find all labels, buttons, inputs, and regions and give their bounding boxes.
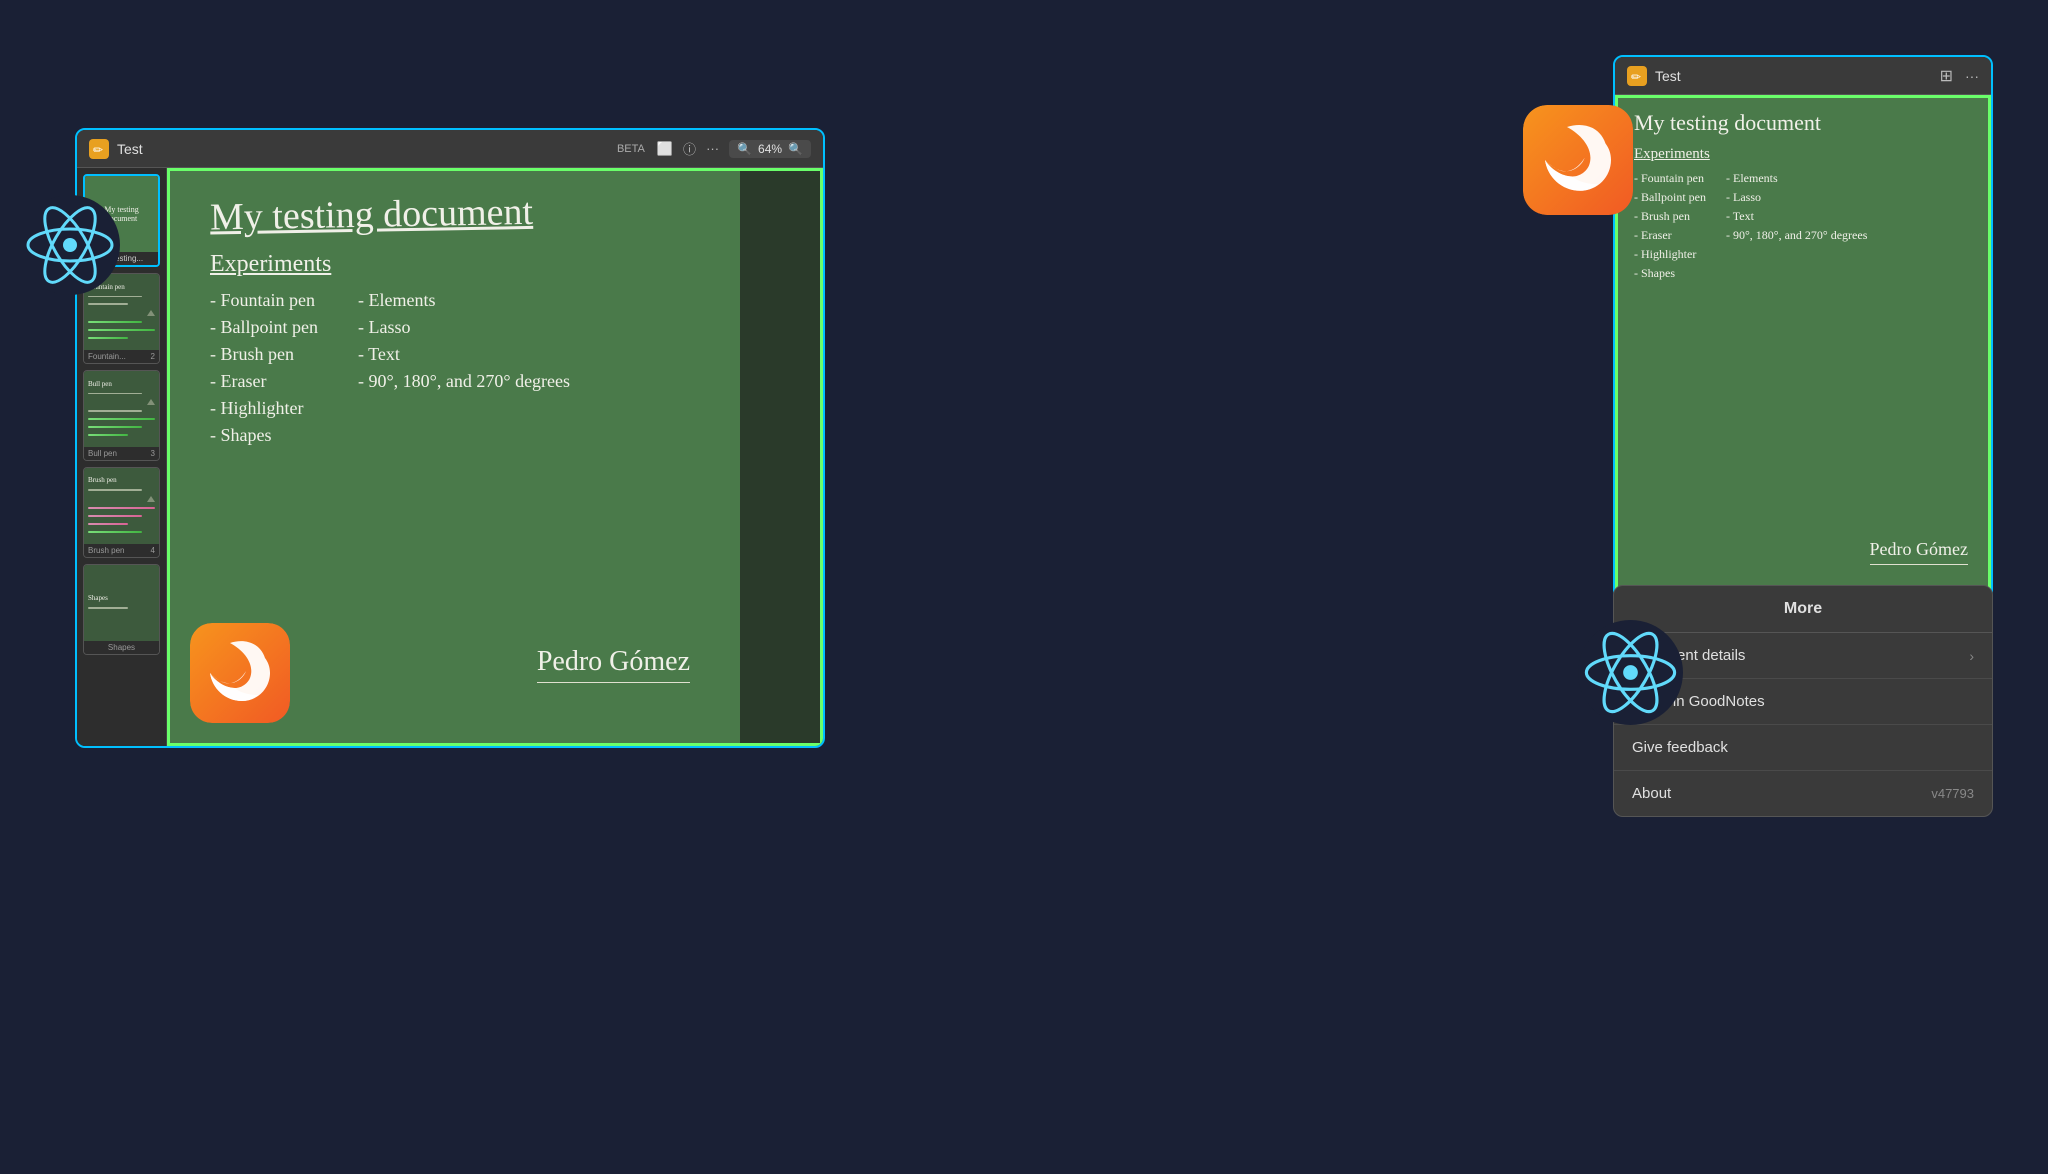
svg-text:✏: ✏ bbox=[93, 143, 103, 157]
sidebar-page-3[interactable]: Bull pen Bull pen3 bbox=[83, 370, 160, 461]
canvas-right-strip bbox=[740, 171, 820, 743]
right-window: ✏ Test ⊞ ··· My testing document Experim… bbox=[1613, 55, 1993, 600]
sidebar-toggle-btn[interactable]: ⬜ bbox=[657, 141, 673, 157]
more-btn-right[interactable]: ··· bbox=[1965, 68, 1979, 84]
list-item-5: - Highlighter bbox=[210, 398, 318, 419]
app-icon-small-left: ✏ bbox=[89, 139, 109, 159]
zoom-controls[interactable]: 🔍 64% 🔍 bbox=[729, 140, 811, 158]
main-canvas: My testing document Experiments - Founta… bbox=[167, 168, 823, 746]
right-window-title: Test bbox=[1655, 68, 1940, 84]
section-header: Experiments bbox=[210, 251, 730, 278]
r-item-6: - Shapes bbox=[1634, 266, 1706, 281]
window-body: My testing document My testing... Founta… bbox=[77, 168, 823, 746]
r-item-r4: - 90°, 180°, and 270° degrees bbox=[1726, 228, 1867, 243]
two-column-list: - Fountain pen - Ballpoint pen - Brush p… bbox=[210, 290, 730, 452]
right-left-list: - Fountain pen - Ballpoint pen - Brush p… bbox=[1634, 171, 1706, 285]
list-item-r4: - 90°, 180°, and 270° degrees bbox=[358, 371, 570, 392]
svg-text:✏: ✏ bbox=[1631, 70, 1641, 84]
list-item-2: - Ballpoint pen bbox=[210, 317, 318, 338]
r-item-r1: - Elements bbox=[1726, 171, 1867, 186]
r-item-2: - Ballpoint pen bbox=[1634, 190, 1706, 205]
doc-title: My testing document bbox=[210, 186, 731, 239]
menu-item-label-feedback: Give feedback bbox=[1632, 739, 1728, 756]
signature: Pedro Gómez bbox=[537, 646, 690, 683]
right-signature-line bbox=[1870, 564, 1968, 565]
left-window: ✏ Test BETA ⬜ ⓘ ··· 🔍 64% 🔍 My testing d… bbox=[75, 128, 825, 748]
chevron-right-icon: › bbox=[1969, 648, 1974, 664]
right-canvas: My testing document Experiments - Founta… bbox=[1615, 95, 1991, 598]
page-3-label: Bull pen3 bbox=[84, 447, 159, 460]
left-titlebar: ✏ Test BETA ⬜ ⓘ ··· 🔍 64% 🔍 bbox=[77, 130, 823, 168]
right-list: - Elements - Lasso - Text - 90°, 180°, a… bbox=[358, 290, 570, 452]
r-item-3: - Brush pen bbox=[1634, 209, 1706, 224]
left-list: - Fountain pen - Ballpoint pen - Brush p… bbox=[210, 290, 318, 452]
zoom-out-btn[interactable]: 🔍 bbox=[737, 142, 752, 156]
right-section: Experiments bbox=[1634, 146, 1976, 163]
swift-icon-right bbox=[1523, 105, 1633, 215]
list-item-3: - Brush pen bbox=[210, 344, 318, 365]
list-item-1: - Fountain pen bbox=[210, 290, 318, 311]
right-right-list: - Elements - Lasso - Text - 90°, 180°, a… bbox=[1726, 171, 1867, 285]
page-5-label: Shapes bbox=[84, 641, 159, 654]
sidebar-page-4[interactable]: Brush pen Brush pen4 bbox=[83, 467, 160, 558]
menu-item-about[interactable]: About v47793 bbox=[1614, 771, 1992, 816]
right-signature: Pedro Gómez bbox=[1870, 539, 1968, 565]
right-two-col: - Fountain pen - Ballpoint pen - Brush p… bbox=[1634, 171, 1976, 285]
menu-item-label-about: About bbox=[1632, 785, 1671, 802]
left-window-title: Test bbox=[117, 141, 617, 157]
react-icon-right bbox=[1578, 620, 1683, 725]
zoom-in-btn[interactable]: 🔍 bbox=[788, 142, 803, 156]
list-item-4: - Eraser bbox=[210, 371, 318, 392]
r-item-4: - Eraser bbox=[1634, 228, 1706, 243]
more-btn-left[interactable]: ··· bbox=[706, 141, 719, 156]
list-item-r3: - Text bbox=[358, 344, 570, 365]
r-item-5: - Highlighter bbox=[1634, 247, 1706, 262]
zoom-level: 64% bbox=[758, 142, 782, 156]
titlebar-controls: ⬜ ⓘ ··· 🔍 64% 🔍 bbox=[657, 139, 811, 158]
signature-underline bbox=[537, 682, 690, 683]
r-item-r2: - Lasso bbox=[1726, 190, 1867, 205]
page-2-label: Fountain...2 bbox=[84, 350, 159, 363]
version-label: v47793 bbox=[1931, 786, 1974, 801]
page-4-label: Brush pen4 bbox=[84, 544, 159, 557]
sidebar-page-5[interactable]: Shapes Shapes bbox=[83, 564, 160, 655]
canvas-text: My testing document Experiments - Founta… bbox=[210, 191, 730, 452]
r-item-r3: - Text bbox=[1726, 209, 1867, 224]
menu-item-feedback[interactable]: Give feedback bbox=[1614, 725, 1992, 771]
app-icon-small-right: ✏ bbox=[1627, 66, 1647, 86]
right-canvas-text: My testing document Experiments - Founta… bbox=[1634, 110, 1976, 285]
right-titlebar: ✏ Test ⊞ ··· bbox=[1615, 57, 1991, 95]
r-item-1: - Fountain pen bbox=[1634, 171, 1706, 186]
grid-view-btn[interactable]: ⊞ bbox=[1940, 66, 1953, 86]
right-titlebar-controls: ⊞ ··· bbox=[1940, 66, 1979, 86]
list-item-r1: - Elements bbox=[358, 290, 570, 311]
beta-badge: BETA bbox=[617, 143, 645, 155]
right-doc-title: My testing document bbox=[1634, 110, 1976, 136]
react-icon-left bbox=[20, 195, 120, 295]
swift-icon-main bbox=[190, 623, 290, 723]
list-item-6: - Shapes bbox=[210, 425, 318, 446]
right-signature-text: Pedro Gómez bbox=[1870, 539, 1968, 560]
info-btn[interactable]: ⓘ bbox=[683, 139, 696, 158]
signature-text: Pedro Gómez bbox=[537, 646, 690, 678]
list-item-r2: - Lasso bbox=[358, 317, 570, 338]
